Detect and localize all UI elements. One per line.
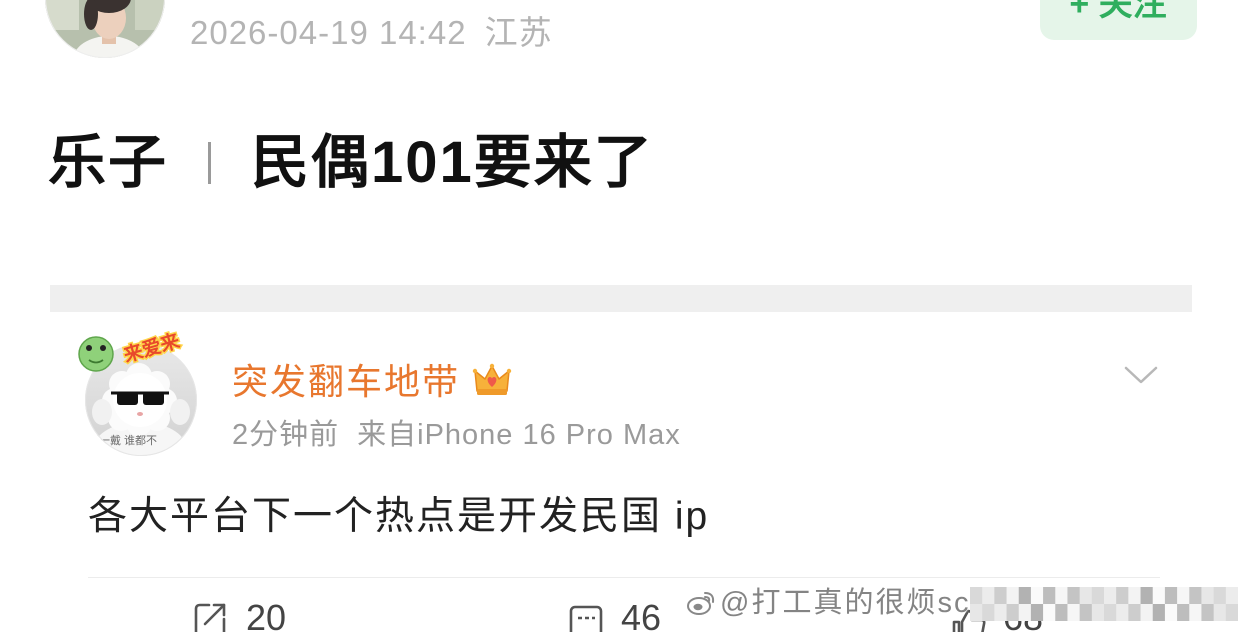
mosaic-tile xyxy=(1030,587,1044,605)
watermark: @打工真的很烦sc xyxy=(686,585,970,621)
mosaic-tile xyxy=(1164,604,1178,621)
comment-count: 46 xyxy=(621,598,662,632)
comment-meta: 2分钟前 来自iPhone 16 Pro Max xyxy=(232,415,681,455)
mosaic-tile xyxy=(982,587,995,605)
mosaic-tile xyxy=(1006,587,1020,605)
post-location: 江苏 xyxy=(484,14,553,51)
mosaic-tile xyxy=(1030,604,1044,621)
author-avatar[interactable] xyxy=(45,0,165,58)
mosaic-tile xyxy=(1213,604,1227,621)
mosaic-tile xyxy=(994,604,1008,621)
weibo-logo-icon xyxy=(687,592,715,615)
comment-text: 各大平台下一个热点是开发民国 ip xyxy=(88,495,710,538)
mosaic-tile xyxy=(1079,587,1093,605)
mosaic-tile xyxy=(1140,587,1154,605)
card-divider xyxy=(88,577,1160,578)
mosaic-tile xyxy=(1116,604,1129,621)
watermark-text: @打工真的很烦sc xyxy=(720,587,971,619)
mosaic-tile xyxy=(1079,604,1093,621)
mosaic-tile xyxy=(970,604,983,621)
comment-icon xyxy=(569,605,603,632)
mosaic-tile xyxy=(1091,604,1105,621)
share-icon xyxy=(194,603,226,632)
post-timestamp: 2026-04-19 14:42 xyxy=(190,14,467,51)
mosaic-tile xyxy=(982,604,995,621)
mosaic-tile xyxy=(1189,604,1202,621)
comment-source: 来自iPhone 16 Pro Max xyxy=(357,419,681,451)
title-tag: 乐子 xyxy=(48,130,169,195)
mosaic-tile xyxy=(1177,604,1190,621)
share-count: 20 xyxy=(246,598,287,632)
comment-time: 2分钟前 xyxy=(232,419,340,451)
mosaic-tile xyxy=(1018,587,1032,605)
mosaic-tile xyxy=(1225,604,1238,621)
section-divider-band xyxy=(50,285,1192,312)
mosaic-tile xyxy=(1067,604,1081,621)
mosaic-tile xyxy=(1177,587,1190,605)
mosaic-tile xyxy=(1006,604,1020,621)
mosaic-tile xyxy=(1116,587,1129,605)
post-meta: 2026-04-19 14:42 江苏 xyxy=(190,13,553,53)
mosaic-tile xyxy=(1152,587,1166,605)
chevron-down-icon[interactable] xyxy=(1124,365,1158,385)
comment-card: 镜一戴 谁都不 来爱来 突发翻车地带 2分钟前 来自iPhone 16 Pro … xyxy=(0,312,1242,632)
mosaic-tile xyxy=(994,587,1008,605)
mosaic-tile xyxy=(1128,587,1142,605)
title-separator xyxy=(208,142,212,184)
mosaic-tile xyxy=(1018,604,1032,621)
mosaic-redaction xyxy=(970,587,1238,621)
mosaic-tile xyxy=(1043,604,1056,621)
mosaic-tile xyxy=(1213,587,1227,605)
mosaic-tile xyxy=(1091,587,1105,605)
mosaic-tile xyxy=(1067,587,1081,605)
follow-button-label: + 关注 xyxy=(1069,0,1166,23)
mosaic-tile xyxy=(1201,587,1215,605)
post-title: 乐子 民偶101要来了 xyxy=(48,125,654,201)
comment-action[interactable]: 46 xyxy=(568,598,680,632)
mosaic-tile xyxy=(1055,604,1068,621)
mosaic-tile xyxy=(1104,604,1117,621)
mosaic-tile xyxy=(1189,587,1202,605)
mosaic-tile xyxy=(1140,604,1154,621)
mosaic-tile xyxy=(970,587,983,605)
title-text: 民偶101要来了 xyxy=(251,130,654,195)
frog-sticker xyxy=(78,336,114,372)
mosaic-tile xyxy=(1201,604,1215,621)
mosaic-tile xyxy=(1128,604,1142,621)
mosaic-tile xyxy=(1055,587,1068,605)
mosaic-tile xyxy=(1225,587,1238,605)
crown-icon xyxy=(472,363,512,395)
weibo-post-screen: 2026-04-19 14:42 江苏 + 关注 乐子 民偶101要来了 镜一戴… xyxy=(0,0,1242,632)
commenter-avatar[interactable]: 镜一戴 谁都不 来爱来 xyxy=(76,330,206,462)
mosaic-tile xyxy=(1152,604,1166,621)
mosaic-tile xyxy=(1104,587,1117,605)
commenter-username[interactable]: 突发翻车地带 xyxy=(232,359,460,405)
follow-button[interactable]: + 关注 xyxy=(1040,0,1197,40)
mosaic-tile xyxy=(1043,587,1056,605)
mosaic-tile xyxy=(1164,587,1178,605)
share-action[interactable]: 20 xyxy=(193,598,305,632)
